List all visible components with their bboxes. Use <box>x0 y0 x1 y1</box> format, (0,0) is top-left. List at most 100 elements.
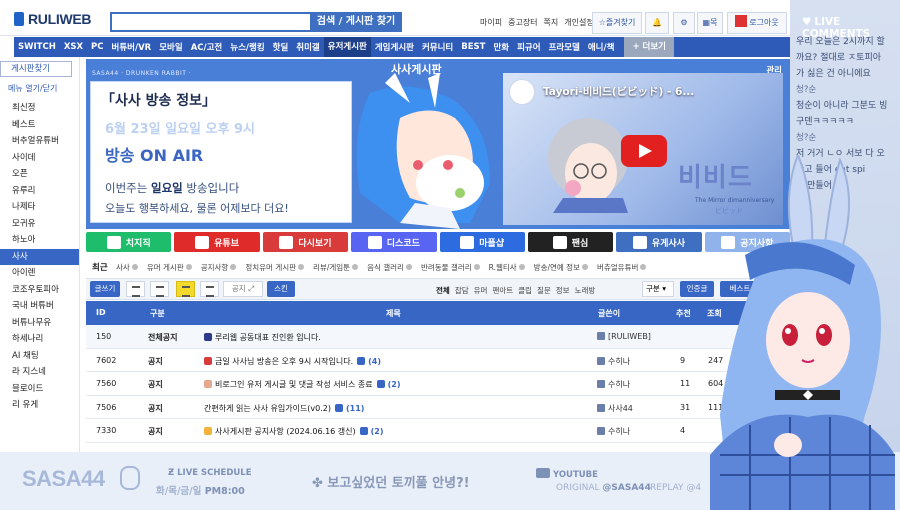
nav-item[interactable]: 유저게시판 <box>323 37 371 57</box>
nav-item[interactable]: 커뮤니티 <box>418 41 457 53</box>
video-embed[interactable]: Tayori-비비드(ビビッド) - 6... 비비드 The Mirror d… <box>503 73 783 225</box>
quick-link-button[interactable]: 마플샵 <box>439 232 525 252</box>
favorites-button[interactable]: ☆즐겨찾기 <box>592 12 642 34</box>
close-icon[interactable] <box>185 264 192 270</box>
comment-count[interactable]: (2) <box>388 380 401 389</box>
sidebar-item[interactable]: AI 채팅 <box>0 348 79 365</box>
filter-tab[interactable]: 전체 <box>436 285 450 296</box>
post-author[interactable]: [RULIWEB] <box>608 332 651 341</box>
filter-tab[interactable]: 팬아트 <box>492 285 513 296</box>
search-input[interactable] <box>110 12 310 32</box>
close-icon[interactable] <box>131 264 138 270</box>
sidebar-item[interactable]: 하세나리 <box>0 331 79 348</box>
recent-board-link[interactable]: 정치유머 게시판 <box>245 263 305 272</box>
close-icon[interactable] <box>640 264 647 270</box>
nav-item[interactable]: 만화 <box>489 41 513 53</box>
post-title[interactable]: 간편하게 읽는 사사 유입가이드(v0.2) <box>204 404 331 413</box>
recent-board-link[interactable]: 리뷰/게임툰 <box>313 263 359 272</box>
nav-item[interactable]: SWITCH <box>14 42 60 52</box>
nav-item[interactable]: 애니/책 <box>584 41 619 53</box>
nav-item[interactable]: + 더보기 <box>624 37 674 57</box>
nav-item[interactable]: 뉴스/랭킹 <box>226 41 268 53</box>
post-title-cell[interactable]: 금일 사사님 방송은 오후 9시 시작입니다. (4) <box>204 356 381 367</box>
top-link-market[interactable]: 중고장터 <box>508 17 537 28</box>
post-author-cell[interactable]: 수히나 <box>597 379 630 390</box>
comment-count[interactable]: (4) <box>368 357 381 366</box>
filter-tab[interactable]: 유머 <box>474 285 488 296</box>
recent-board-link[interactable]: 버츄얼유튜버 <box>597 263 647 272</box>
recent-board-link[interactable]: 공지사항 <box>201 263 237 272</box>
table-row[interactable]: 7602 공지 금일 사사님 방송은 오후 9시 시작입니다. (4) 수히나 9 247 1… <box>86 349 790 372</box>
filter-tab[interactable]: 정보 <box>556 285 570 296</box>
recent-board-link[interactable]: 음식 갤러리 <box>367 263 412 272</box>
nav-item[interactable]: 프라모델 <box>545 41 584 53</box>
menu-toggle[interactable]: 메뉴 열기/닫기 <box>8 83 79 94</box>
recent-board-link[interactable]: 유머 게시판 <box>147 263 192 272</box>
best-button[interactable]: 베스트 <box>720 281 760 297</box>
recent-board-link[interactable]: R.웹티사 <box>489 263 525 272</box>
post-author[interactable]: 사사44 <box>608 404 633 413</box>
sidebar-item[interactable]: 사이데 <box>0 150 79 167</box>
nav-item[interactable]: 버튜버/VR <box>108 41 156 53</box>
post-title[interactable]: 금일 사사님 방송은 오후 9시 시작입니다. <box>215 357 353 366</box>
nav-item[interactable]: PC <box>87 42 107 52</box>
popular-button[interactable]: 인증글 <box>680 281 714 297</box>
post-title-cell[interactable]: 비로그인 유저 게시글 및 댓글 작성 서비스 종료 (2) <box>204 379 401 390</box>
sidebar-item[interactable]: 국내 버튜버 <box>0 298 79 315</box>
board-search-input[interactable]: 게시판찾기 <box>0 61 72 77</box>
post-title-cell[interactable]: 사사게시판 공지사항 (2024.06.16 갱신) (2) <box>204 426 384 437</box>
post-title[interactable]: 루리웹 공동대표 진인환 입니다. <box>215 333 321 342</box>
sidebar-item[interactable]: 유루리 <box>0 183 79 200</box>
sidebar-item[interactable]: 리 유게 <box>0 397 79 414</box>
nav-item[interactable]: 게임게시판 <box>371 41 418 53</box>
sidebar-item[interactable]: 베스트 <box>0 117 79 134</box>
compact-view-button[interactable] <box>150 281 169 297</box>
public-toggle[interactable]: 공지 ⤢ <box>223 281 263 297</box>
filter-tab[interactable]: 노래방 <box>575 285 596 296</box>
post-author-cell[interactable]: [RULIWEB] <box>597 332 651 341</box>
filter-tab[interactable]: 질문 <box>537 285 551 296</box>
post-title[interactable]: 비로그인 유저 게시글 및 댓글 작성 서비스 종료 <box>215 380 373 389</box>
close-icon[interactable] <box>518 264 525 270</box>
recent-board-link[interactable]: 방송/연예 정보 <box>534 263 588 272</box>
quick-link-button[interactable]: 치지직 <box>86 232 172 252</box>
nav-item[interactable]: 취미갤 <box>292 41 323 53</box>
login-button[interactable]: 로그아웃 <box>727 12 787 34</box>
sidebar-item[interactable]: 버추얼유튜버 <box>0 133 79 150</box>
sidebar-item[interactable]: 블로이드 <box>0 381 79 398</box>
post-author-cell[interactable]: 수히나 <box>597 426 630 437</box>
text-view-button[interactable] <box>176 281 195 297</box>
close-icon[interactable] <box>352 264 359 270</box>
sidebar-item[interactable]: 사사 <box>0 248 79 265</box>
table-row[interactable]: 7506 공지 간편하게 읽는 사사 유입가이드(v0.2) (11) 사사44 31 11… <box>86 396 790 419</box>
sidebar-item[interactable]: 하노아 <box>0 232 79 249</box>
close-icon[interactable] <box>581 264 588 270</box>
play-button[interactable] <box>621 135 667 167</box>
quick-link-button[interactable]: 다시보기 <box>262 232 349 252</box>
post-title-cell[interactable]: 간편하게 읽는 사사 유입가이드(v0.2) (11) <box>204 403 364 414</box>
close-icon[interactable] <box>230 264 237 270</box>
table-row[interactable]: 7560 공지 비로그인 유저 게시글 및 댓글 작성 서비스 종료 (2) 수히나 11… <box>86 372 790 396</box>
gallery-view-button[interactable] <box>200 281 219 297</box>
site-logo[interactable]: RULIWEB <box>14 11 92 27</box>
settings-button[interactable]: ⚙ <box>673 12 695 34</box>
post-author[interactable]: 수히나 <box>608 380 630 389</box>
sidebar-item[interactable]: 코조우토피아 <box>0 282 79 299</box>
sidebar-item[interactable]: 아이렌 <box>0 265 79 282</box>
quick-link-button[interactable]: 유게사사 <box>616 232 702 252</box>
nav-item[interactable]: 피규어 <box>513 41 544 53</box>
sidebar-item[interactable]: 라 지스네 <box>0 364 79 381</box>
nav-item[interactable]: BEST <box>457 42 489 52</box>
post-author[interactable]: 수히나 <box>608 357 630 366</box>
recent-board-link[interactable]: 사사 <box>116 263 138 272</box>
quick-link-button[interactable]: 공지사항 <box>704 232 790 252</box>
top-link-message[interactable]: 쪽지 <box>544 17 559 28</box>
quick-link-button[interactable]: 팬심 <box>527 232 614 252</box>
table-row[interactable]: 150 전체공지 루리웹 공동대표 진인환 입니다. [RULIWEB] 2024. <box>86 325 790 349</box>
skin-button[interactable]: 스킨 <box>267 281 295 297</box>
nav-item[interactable]: AC/고전 <box>187 41 227 53</box>
top-link-settings[interactable]: 개인설정 <box>564 17 593 28</box>
recent-board-link[interactable]: 반려동물 갤러리 <box>421 263 480 272</box>
sidebar-item[interactable]: 오픈 <box>0 166 79 183</box>
notification-button[interactable]: 🔔 <box>645 12 669 34</box>
